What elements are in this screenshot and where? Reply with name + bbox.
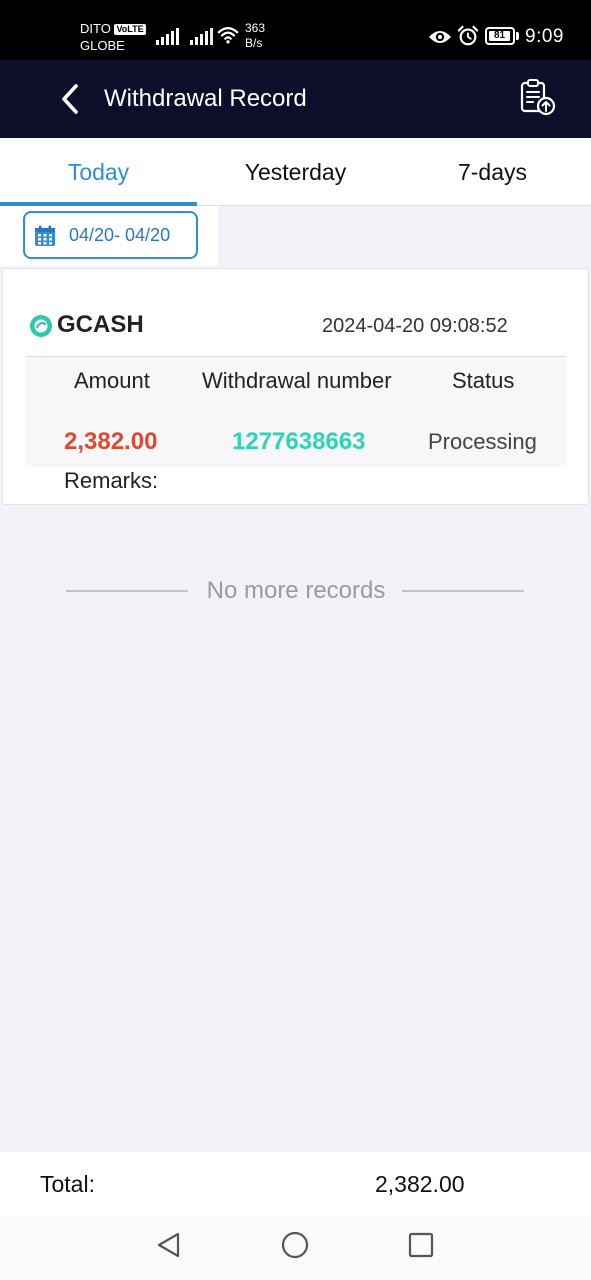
battery-icon: 81 — [485, 27, 515, 45]
nav-home-icon[interactable] — [280, 1230, 310, 1260]
clipboard-upload-icon[interactable] — [518, 78, 558, 118]
net-speed: 363 B/s — [245, 21, 265, 51]
amount-header: Amount — [74, 368, 150, 393]
gcash-logo-icon — [30, 315, 52, 337]
payment-method: GCASH — [57, 311, 144, 338]
screen: DITO VoLTE GLOBE 363 B/s 81 9:09 Withdra… — [0, 0, 591, 1280]
amount-value: 2,382.00 — [64, 428, 158, 455]
no-more-records: No more records — [206, 577, 386, 604]
back-button[interactable] — [56, 80, 86, 118]
date-range-label: 04/20- 04/20 — [69, 225, 171, 245]
divider-line-right — [402, 590, 524, 592]
nav-back-icon[interactable] — [154, 1230, 184, 1260]
net-speed-unit: B/s — [245, 36, 263, 50]
alarm-icon — [457, 25, 479, 46]
total-label: Total: — [40, 1171, 95, 1197]
wifi-icon — [217, 27, 239, 44]
remarks-label: Remarks: — [64, 468, 159, 493]
status-value: Processing — [428, 429, 537, 454]
signal-icon — [190, 27, 213, 45]
total-value: 2,382.00 — [375, 1171, 465, 1197]
tab-7-days[interactable]: 7-days — [394, 138, 591, 206]
withdrawal-number-value: 1277638663 — [232, 428, 366, 455]
carrier-1: DITO — [80, 21, 111, 36]
tab-yesterday[interactable]: Yesterday — [197, 138, 394, 206]
app-header: Withdrawal Record — [0, 60, 591, 138]
withdrawal-number-header: Withdrawal number — [202, 368, 392, 393]
divider-line-left — [66, 590, 188, 592]
status-bar: DITO VoLTE GLOBE 363 B/s 81 9:09 — [0, 0, 591, 60]
carrier-2: GLOBE — [80, 38, 125, 53]
calendar-icon — [35, 225, 55, 246]
clock: 9:09 — [525, 26, 564, 47]
page-title: Withdrawal Record — [104, 85, 307, 112]
eye-icon — [429, 31, 451, 43]
tab-bar: Today Yesterday 7-days — [0, 138, 591, 206]
battery-level: 81 — [489, 31, 510, 41]
net-speed-value: 363 — [245, 21, 266, 35]
signal-icon — [156, 27, 179, 45]
tab-today[interactable]: Today — [0, 138, 197, 206]
status-header: Status — [452, 368, 515, 393]
volte-badge: VoLTE — [114, 24, 146, 35]
battery-tip — [516, 32, 519, 40]
nav-recents-icon[interactable] — [406, 1230, 436, 1260]
carrier-info: DITO VoLTE GLOBE — [80, 20, 146, 54]
date-range-picker[interactable]: 04/20- 04/20 — [23, 211, 198, 259]
record-datetime: 2024-04-20 09:08:52 — [322, 315, 508, 337]
